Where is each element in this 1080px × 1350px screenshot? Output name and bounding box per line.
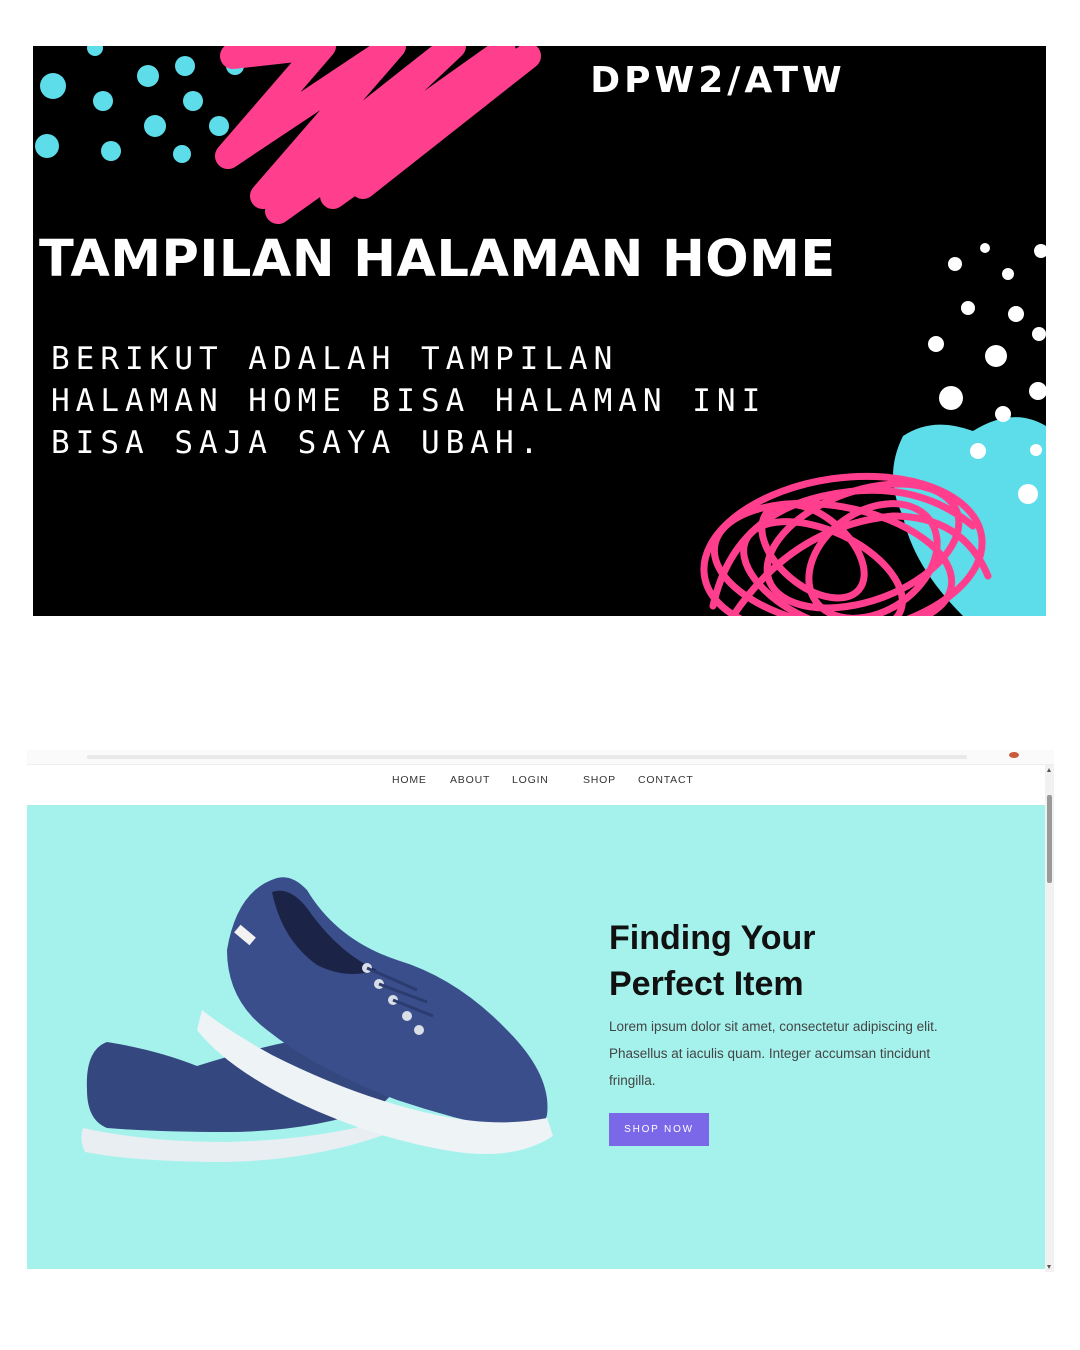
nav-shop[interactable]: SHOP	[583, 774, 616, 786]
decorative-splash-art	[35, 46, 1046, 616]
browser-extension-icon[interactable]	[1009, 752, 1019, 758]
hero-section: Finding Your Perfect Item Lorem ipsum do…	[27, 805, 1045, 1269]
nav-contact[interactable]: CONTACT	[638, 774, 694, 786]
hero-description: Lorem ipsum dolor sit amet, consectetur …	[609, 1019, 938, 1088]
sneakers-image	[81, 877, 553, 1162]
hero-title-line-2: Perfect Item	[609, 965, 804, 1003]
browser-toolbar	[27, 750, 1054, 765]
hero-title-line-1: Finding Your	[609, 919, 816, 957]
scroll-up-arrow-icon[interactable]	[1047, 768, 1051, 772]
address-bar[interactable]	[87, 755, 967, 759]
banner-description: BERIKUT ADALAH TAMPILAN HALAMAN HOME BIS…	[51, 341, 767, 461]
shop-now-button[interactable]: SHOP NOW	[609, 1113, 709, 1146]
website-screenshot: HOME ABOUT LOGIN SHOP CONTACT Finding Yo…	[27, 750, 1054, 1272]
banner-title: TAMPILAN HALAMAN HOME	[39, 230, 836, 289]
scroll-down-arrow-icon[interactable]	[1047, 1265, 1051, 1269]
banner-tag: DPW2/ATW	[590, 60, 846, 101]
nav-about[interactable]: ABOUT	[450, 774, 490, 786]
scrollbar-thumb[interactable]	[1047, 795, 1052, 883]
hero-title: Finding Your Perfect Item	[609, 915, 939, 1007]
nav-login[interactable]: LOGIN	[512, 774, 549, 786]
title-banner: DPW2/ATW TAMPILAN HALAMAN HOME BERIKUT A…	[33, 46, 1046, 616]
vertical-scrollbar[interactable]	[1045, 765, 1054, 1272]
top-navigation: HOME ABOUT LOGIN SHOP CONTACT	[27, 765, 1045, 805]
nav-home[interactable]: HOME	[392, 774, 427, 786]
